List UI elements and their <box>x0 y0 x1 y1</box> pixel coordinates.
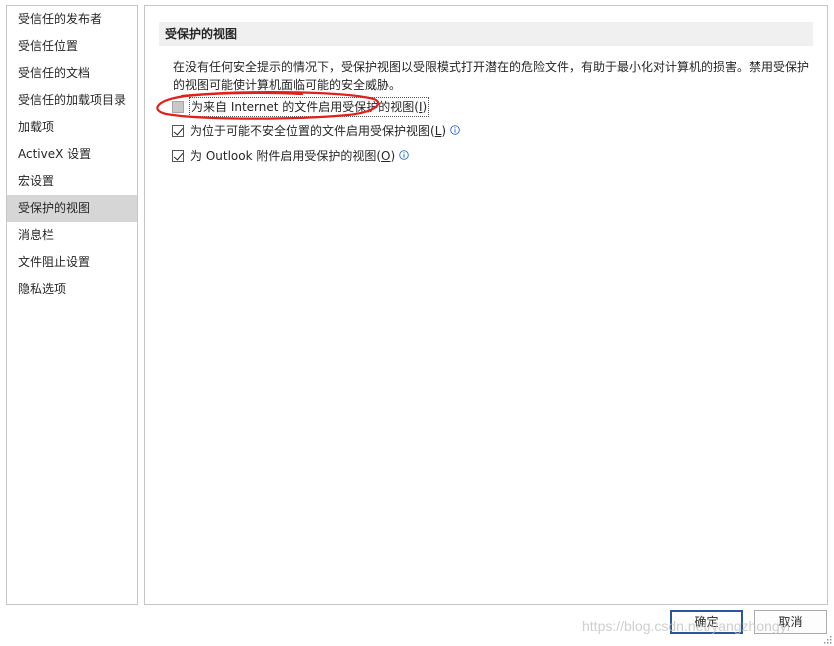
sidebar-item-trusted-documents[interactable]: 受信任的文档 <box>7 60 137 87</box>
outlook-attachments-mnemonic: O <box>381 149 391 163</box>
info-icon[interactable] <box>399 150 409 160</box>
sidebar-item-activex-settings[interactable]: ActiveX 设置 <box>7 141 137 168</box>
sidebar-item-protected-view[interactable]: 受保护的视图 <box>7 195 137 222</box>
checkmark-icon <box>173 125 184 136</box>
sidebar-item-addins[interactable]: 加载项 <box>7 114 137 141</box>
option-outlook-attachments[interactable]: 为 Outlook 附件启用受保护的视图(O) <box>172 147 409 165</box>
section-description: 在没有任何安全提示的情况下，受保护视图以受限模式打开潜在的危险文件，有助于最小化… <box>173 60 810 92</box>
unsafe-locations-mnemonic: L <box>434 124 442 138</box>
internet-files-label[interactable]: 为来自 Internet 的文件启用受保护的视图(I) <box>188 97 430 117</box>
sidebar-item-privacy-options[interactable]: 隐私选项 <box>7 276 137 303</box>
section-title: 受保护的视图 <box>159 22 813 46</box>
internet-files-checkbox[interactable] <box>172 101 184 113</box>
sidebar-item-macro-settings[interactable]: 宏设置 <box>7 168 137 195</box>
unsafe-locations-label[interactable]: 为位于可能不安全位置的文件启用受保护视图(L) <box>190 122 446 140</box>
outlook-attachments-checkbox[interactable] <box>172 150 184 162</box>
internet-files-mnemonic: I <box>418 100 423 114</box>
outlook-attachments-label[interactable]: 为 Outlook 附件启用受保护的视图(O) <box>190 147 395 165</box>
option-internet-files[interactable]: 为来自 Internet 的文件启用受保护的视图(I) <box>172 97 430 117</box>
resize-grip-icon[interactable] <box>822 634 832 644</box>
sidebar-item-message-bar[interactable]: 消息栏 <box>7 222 137 249</box>
ok-button[interactable]: 确定 <box>670 610 743 634</box>
sidebar-item-trusted-publishers[interactable]: 受信任的发布者 <box>7 6 137 33</box>
sidebar-item-file-block-settings[interactable]: 文件阻止设置 <box>7 249 137 276</box>
sidebar-item-trusted-locations[interactable]: 受信任位置 <box>7 33 137 60</box>
sidebar: 受信任的发布者 受信任位置 受信任的文档 受信任的加载项目录 加载项 Activ… <box>6 5 138 605</box>
settings-panel: 受保护的视图 在没有任何安全提示的情况下，受保护视图以受限模式打开潜在的危险文件… <box>144 5 828 605</box>
unsafe-locations-checkbox[interactable] <box>172 125 184 137</box>
cancel-button[interactable]: 取消 <box>754 610 827 634</box>
sidebar-item-trusted-addin-catalogs[interactable]: 受信任的加载项目录 <box>7 87 137 114</box>
option-unsafe-locations[interactable]: 为位于可能不安全位置的文件启用受保护视图(L) <box>172 122 460 140</box>
info-icon[interactable] <box>450 125 460 135</box>
checkmark-icon <box>173 150 184 161</box>
